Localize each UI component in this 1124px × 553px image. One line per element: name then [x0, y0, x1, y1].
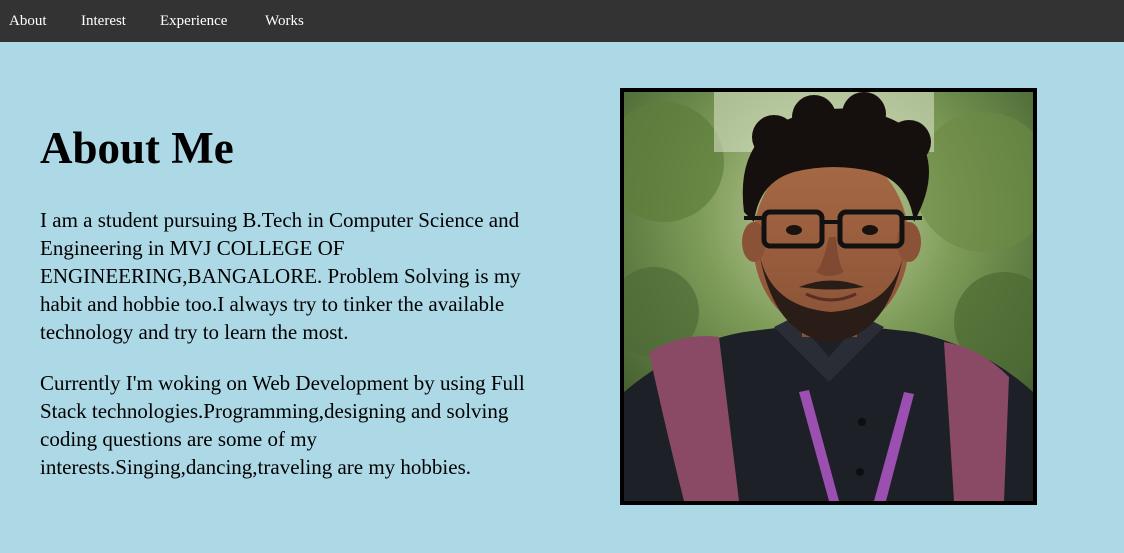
about-section: About Me I am a student pursuing B.Tech … [0, 42, 1124, 553]
nav-link-works[interactable]: Works [265, 0, 304, 42]
top-navbar: About Interest Experience Works [0, 0, 1124, 42]
nav-link-interest[interactable]: Interest [81, 0, 126, 42]
nav-link-about[interactable]: About [9, 0, 47, 42]
nav-link-experience[interactable]: Experience [160, 0, 227, 42]
profile-photo [620, 88, 1037, 505]
about-paragraph-2: Currently I'm woking on Web Development … [40, 371, 525, 479]
about-paragraph-1: I am a student pursuing B.Tech in Comput… [40, 208, 521, 344]
page-title: About Me [40, 123, 234, 173]
profile-photo-illustration [624, 92, 1033, 501]
